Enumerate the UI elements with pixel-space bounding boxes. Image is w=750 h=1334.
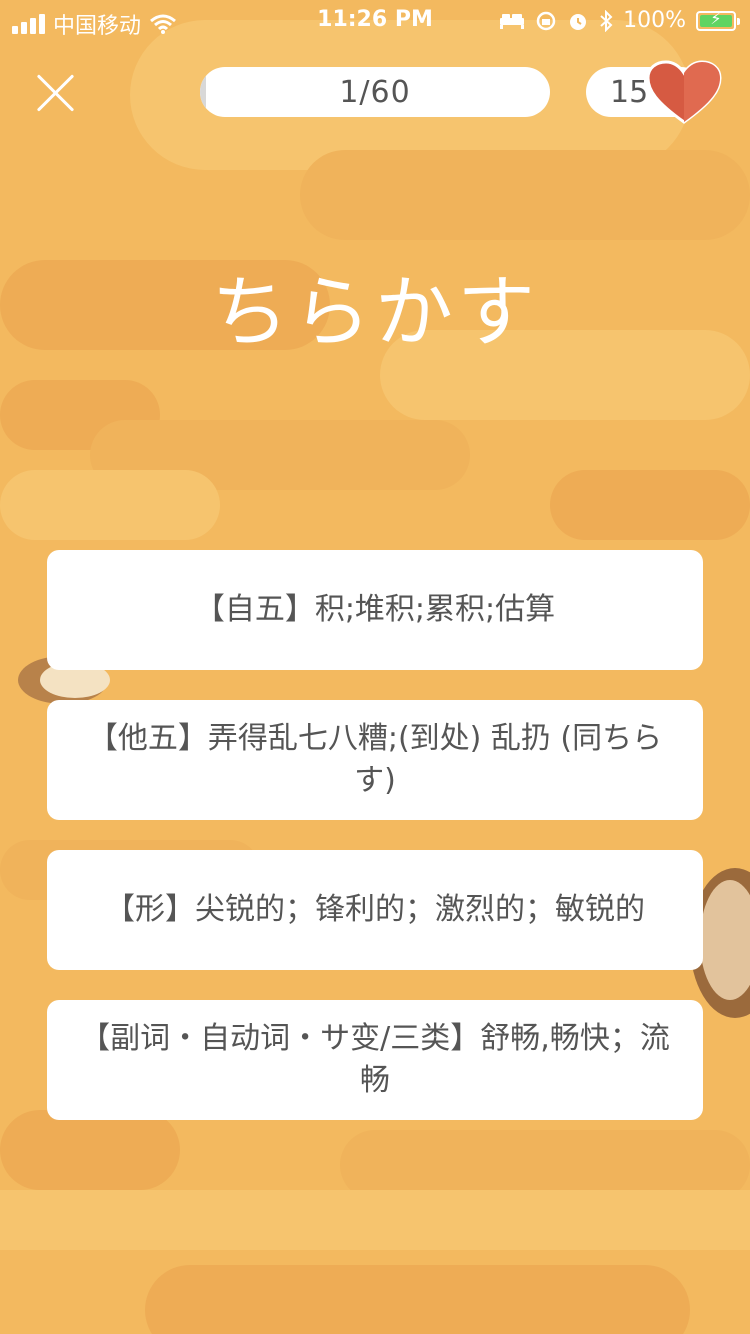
orientation-lock-icon bbox=[536, 11, 556, 30]
bed-icon bbox=[500, 13, 525, 29]
answer-option-label: 【形】尖锐的；锋利的；激烈的；敏锐的 bbox=[105, 892, 645, 927]
answer-option-label: 【他五】弄得乱七八糟;(到处) 乱扔 (同ちらす) bbox=[87, 721, 663, 798]
bluetooth-icon bbox=[600, 9, 613, 32]
answer-option-1[interactable]: 【自五】积;堆积;累积;估算 bbox=[47, 550, 703, 670]
progress-text: 1/60 bbox=[339, 75, 411, 110]
lives-count: 15 bbox=[610, 75, 649, 110]
answer-option-label: 【副词・自动词・サ变/三类】舒畅,畅快；流畅 bbox=[80, 1021, 670, 1098]
answer-option-3[interactable]: 【形】尖锐的；锋利的；激烈的；敏锐的 bbox=[47, 850, 703, 970]
battery-charging-icon: ⚡ bbox=[696, 9, 740, 31]
status-bar: 中国移动 11:26 PM 100% ⚡ bbox=[0, 0, 750, 40]
close-button[interactable] bbox=[30, 68, 80, 118]
answer-option-2[interactable]: 【他五】弄得乱七八糟;(到处) 乱扔 (同ちらす) bbox=[47, 700, 703, 820]
heart-icon bbox=[646, 60, 722, 124]
question-word: ちらかす bbox=[210, 268, 539, 358]
answer-option-label: 【自五】积;堆积;累积;估算 bbox=[194, 592, 556, 627]
battery-percent: 100% bbox=[623, 8, 686, 33]
answer-option-4[interactable]: 【副词・自动词・サ变/三类】舒畅,畅快；流畅 bbox=[47, 1000, 703, 1120]
alarm-icon bbox=[570, 13, 587, 30]
progress-indicator: 1/60 bbox=[200, 67, 550, 117]
